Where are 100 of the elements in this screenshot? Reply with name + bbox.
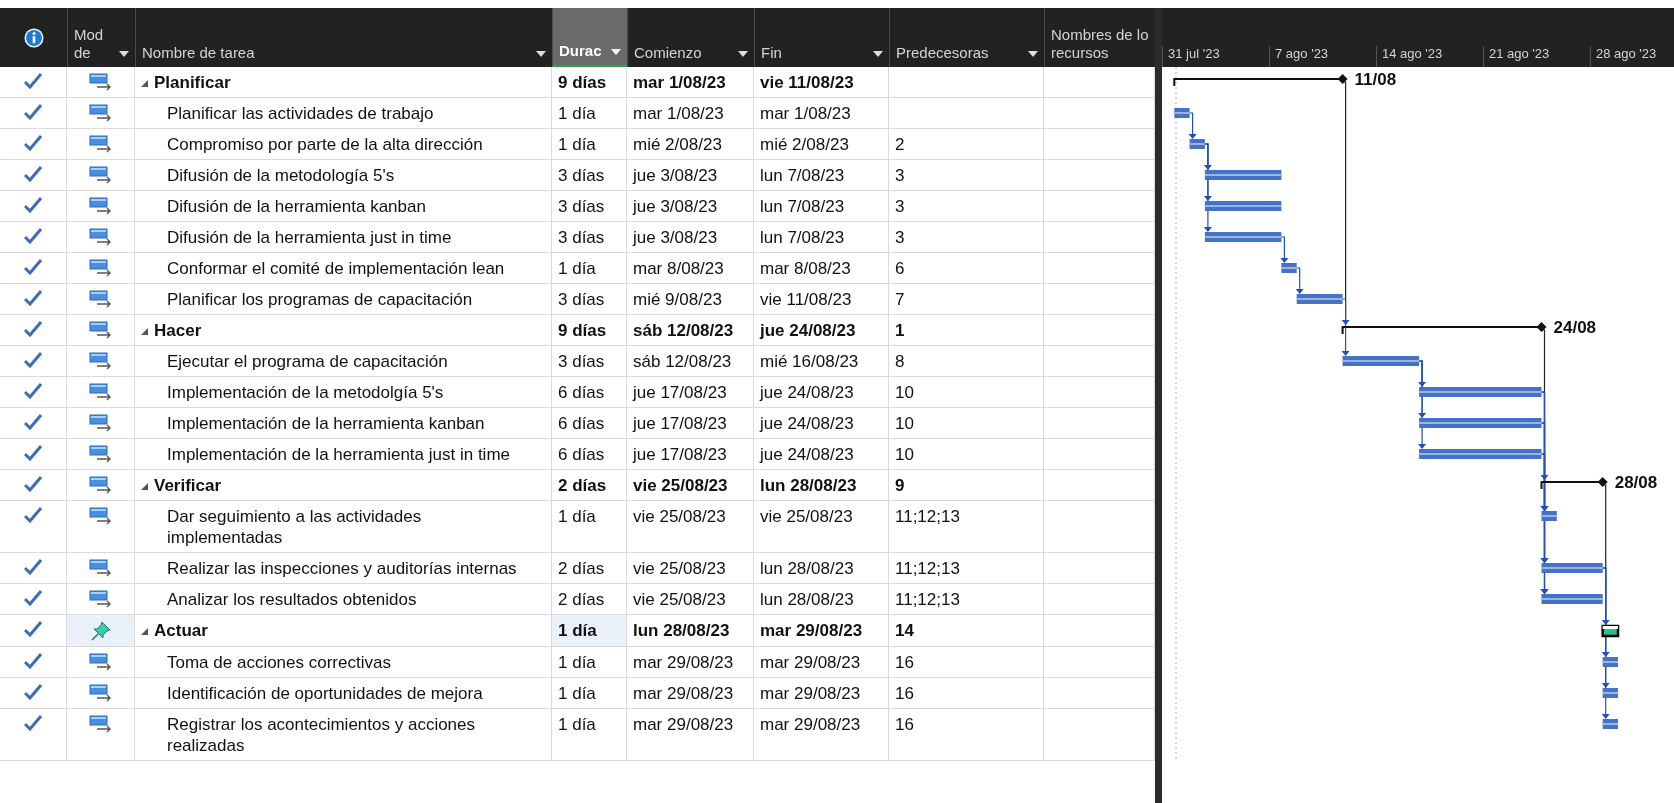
- task-name: Toma de acciones correctivas: [167, 652, 391, 673]
- finish-date-label: 28/08: [1614, 473, 1658, 492]
- duration-text: 1 día: [558, 653, 596, 672]
- finish-date: mar 29/08/23: [760, 621, 863, 640]
- predecessors-text: 14: [895, 621, 914, 640]
- finish-date: mié 16/08/23: [760, 352, 859, 371]
- task-bar: [1281, 263, 1297, 273]
- column-header[interactable]: Fin: [754, 8, 889, 67]
- summary-bar: [1540, 477, 1608, 490]
- task-name: Dar seguimiento a las actividades implementadas: [167, 506, 423, 548]
- column-header[interactable]: Predecesoras: [889, 8, 1044, 67]
- duration-text: 9 días: [558, 321, 607, 340]
- finish-date: lun 28/08/23: [760, 476, 857, 495]
- predecessors-text: 6: [895, 259, 905, 278]
- predecessors-text: 11;12;13: [895, 559, 960, 578]
- task-name: Compromiso por parte de la alta dirección: [167, 134, 483, 155]
- task-bar: [1189, 139, 1205, 149]
- finish-date: jue 24/08/23: [760, 321, 856, 340]
- task-name: Ejecutar el programa de capacitación: [167, 351, 448, 372]
- dropdown-caret-icon[interactable]: [873, 51, 883, 57]
- duration-text: 2 días: [558, 476, 607, 495]
- predecessors-text: 16: [895, 715, 914, 734]
- duration-text: 2 días: [558, 559, 605, 578]
- column-header[interactable]: Mod de: [67, 8, 135, 67]
- finish-date: lun 7/08/23: [760, 166, 845, 185]
- start-date: vie 25/08/23: [633, 507, 726, 526]
- collapse-icon[interactable]: [141, 80, 148, 87]
- finish-date: vie 11/08/23: [760, 73, 854, 92]
- dropdown-caret-icon[interactable]: [738, 51, 748, 57]
- predecessors-text: 16: [895, 653, 914, 672]
- dropdown-caret-icon[interactable]: [611, 49, 621, 55]
- dependency-arrow: [1188, 112, 1197, 139]
- finish-date: mar 8/08/23: [760, 259, 851, 278]
- finish-date-label: 11/08: [1354, 70, 1397, 89]
- start-date: vie 25/08/23: [633, 590, 726, 609]
- duration-text: 1 día: [558, 715, 596, 734]
- task-name: Registrar los acontecimientos y acciones realizadas: [167, 714, 477, 756]
- task-bar: [1602, 688, 1618, 698]
- dropdown-caret-icon[interactable]: [1028, 51, 1038, 57]
- predecessors-text: 3: [895, 228, 905, 247]
- duration-text: 1 día: [558, 104, 596, 123]
- finish-date: lun 28/08/23: [760, 559, 854, 578]
- task-name: Actuar: [154, 620, 208, 641]
- task-bar: [1174, 108, 1190, 118]
- task-name: Planificar: [154, 72, 231, 93]
- timescale-label: 31 jul '23: [1168, 46, 1220, 61]
- task-name: Difusión de la metodología 5's: [167, 165, 395, 186]
- finish-date: lun 28/08/23: [760, 590, 854, 609]
- predecessors-text: 7: [895, 290, 905, 309]
- collapse-icon[interactable]: [141, 328, 148, 335]
- task-bar: [1541, 563, 1603, 573]
- timescale-label: 21 ago '23: [1489, 46, 1550, 61]
- finish-date: mié 2/08/23: [760, 135, 849, 154]
- predecessors-text: 16: [895, 684, 914, 703]
- dropdown-caret-icon[interactable]: [119, 51, 129, 57]
- timescale-label: 14 ago '23: [1382, 46, 1443, 61]
- predecessors-text: 10: [895, 414, 914, 433]
- task-name: Analizar los resultados obtenidos: [167, 589, 417, 610]
- finish-date: jue 24/08/23: [760, 383, 854, 402]
- duration-text: 1 día: [558, 507, 596, 526]
- task-bar: [1602, 719, 1618, 729]
- duration-text: 2 días: [558, 590, 605, 609]
- finish-date: mar 29/08/23: [760, 653, 861, 672]
- predecessors-text: 9: [895, 476, 905, 495]
- duration-text: 3 días: [558, 197, 605, 216]
- finish-date: lun 7/08/23: [760, 228, 845, 247]
- start-date: jue 3/08/23: [633, 228, 718, 247]
- start-date: sáb 12/08/23: [633, 321, 734, 340]
- duration-text: 3 días: [558, 166, 605, 185]
- predecessors-text: 11;12;13: [895, 590, 960, 609]
- manual-summary-bar: [1601, 624, 1620, 638]
- finish-date: vie 11/08/23: [760, 290, 852, 309]
- column-header[interactable]: Durac: [552, 8, 627, 67]
- start-date: mar 29/08/23: [633, 715, 734, 734]
- start-date: sáb 12/08/23: [633, 352, 732, 371]
- task-bar: [1602, 657, 1618, 667]
- start-date: mar 29/08/23: [633, 684, 734, 703]
- duration-text: 6 días: [558, 445, 605, 464]
- predecessors-text: 3: [895, 166, 905, 185]
- task-name: Conformar el comité de implementación lean: [167, 258, 505, 279]
- info-icon: [23, 27, 44, 48]
- finish-date: jue 24/08/23: [760, 414, 854, 433]
- task-name: Implementación de la herramienta kanban: [167, 413, 485, 434]
- task-name: Difusión de la herramienta kanban: [167, 196, 426, 217]
- collapse-icon[interactable]: [141, 628, 148, 635]
- dropdown-caret-icon[interactable]: [536, 51, 546, 57]
- collapse-icon[interactable]: [141, 483, 148, 490]
- task-name: Identificación de oportunidades de mejora: [167, 683, 483, 704]
- timescale-label: 7 ago '23: [1275, 46, 1329, 61]
- task-name: Implementación de la herramienta just in time: [167, 444, 510, 465]
- start-date: mar 1/08/23: [633, 104, 724, 123]
- predecessors-text: 11;12;13: [895, 507, 960, 526]
- dependency-arrow: [1295, 267, 1304, 294]
- column-header[interactable]: Comienzo: [627, 8, 754, 67]
- duration-text: 1 día: [558, 259, 596, 278]
- predecessors-text: 2: [895, 135, 905, 154]
- task-name: Hacer: [154, 320, 202, 341]
- finish-date: vie 25/08/23: [760, 507, 853, 526]
- finish-date: mar 1/08/23: [760, 104, 851, 123]
- task-name: Verificar: [154, 475, 222, 496]
